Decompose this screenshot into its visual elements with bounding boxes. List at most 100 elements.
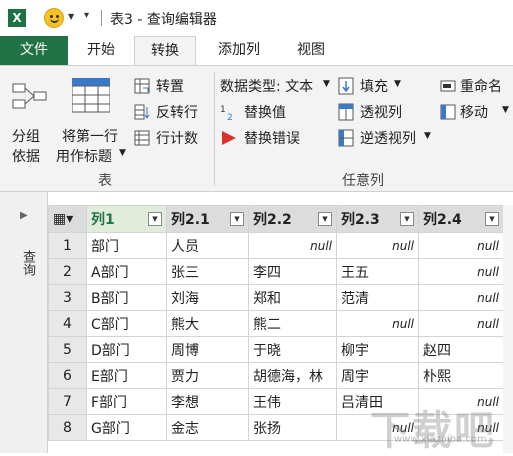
table-row[interactable]: 4 C部门 熊大 熊二 null null — [48, 310, 504, 337]
table-cell[interactable]: 熊二 — [248, 310, 337, 337]
group-by-button[interactable]: 分组 依据 — [4, 72, 56, 168]
column-header-2[interactable]: 列2.1 ▼ — [166, 205, 249, 233]
table-cell[interactable]: null — [418, 310, 504, 337]
filter-dropdown-icon[interactable]: ▼ — [485, 212, 499, 226]
table-cell[interactable]: 柳宇 — [336, 336, 419, 363]
unpivot-columns-button[interactable]: 逆透视列 ▼ — [338, 128, 438, 148]
table-cell[interactable]: 熊大 — [166, 310, 249, 337]
smiley-icon[interactable] — [44, 8, 64, 28]
table-row[interactable]: 3 B部门 刘海 郑和 范清 null — [48, 284, 504, 311]
fill-button[interactable]: 填充 ▼ — [338, 76, 422, 96]
table-cell[interactable]: 周博 — [166, 336, 249, 363]
column-header-5[interactable]: 列2.4 ▼ — [418, 205, 504, 233]
column-header-3[interactable]: 列2.2 ▼ — [248, 205, 337, 233]
table-cell[interactable]: 贾力 — [166, 362, 249, 389]
table-cell[interactable]: 张三 — [166, 258, 249, 285]
count-rows-button[interactable]: 行计数 — [134, 128, 214, 148]
row-number[interactable]: 1 — [48, 232, 87, 259]
table-cell[interactable]: 刘海 — [166, 284, 249, 311]
unpivot-icon — [338, 129, 354, 147]
table-cell[interactable]: B部门 — [86, 284, 167, 311]
table-cell[interactable]: 张扬 — [248, 414, 337, 441]
column-header-label: 列2.1 — [171, 212, 210, 228]
chevron-down-icon: ▼ — [394, 79, 401, 89]
table-menu-corner[interactable]: ▦▾ — [48, 205, 87, 233]
filter-dropdown-icon[interactable]: ▼ — [318, 212, 332, 226]
table-cell[interactable]: 周宇 — [336, 362, 419, 389]
pivot-column-button[interactable]: 透视列 — [338, 102, 422, 122]
table-row[interactable]: 1 部门 人员 null null null — [48, 232, 504, 259]
table-cell[interactable]: 于晓 — [248, 336, 337, 363]
row-number[interactable]: 7 — [48, 388, 87, 415]
group-label-any-column: 任意列 — [342, 173, 384, 189]
vertical-scrollbar[interactable] — [503, 205, 513, 453]
chevron-down-icon[interactable]: ▼ — [68, 12, 74, 21]
table-cell[interactable]: null — [418, 232, 504, 259]
table-cell[interactable]: E部门 — [86, 362, 167, 389]
column-header-4[interactable]: 列2.3 ▼ — [336, 205, 419, 233]
table-cell[interactable]: 部门 — [86, 232, 167, 259]
table-cell[interactable]: null — [418, 284, 504, 311]
table-cell[interactable]: 郑和 — [248, 284, 337, 311]
table-cell[interactable]: 李想 — [166, 388, 249, 415]
tab-view[interactable]: 视图 — [284, 36, 338, 65]
group-by-label-1: 分组 — [12, 129, 40, 145]
table-row[interactable]: 2 A部门 张三 李四 王五 null — [48, 258, 504, 285]
row-number[interactable]: 3 — [48, 284, 87, 311]
tab-file[interactable]: 文件 — [0, 36, 68, 65]
filter-dropdown-icon[interactable]: ▼ — [230, 212, 244, 226]
fill-label: 填充 — [360, 79, 388, 95]
filter-dropdown-icon[interactable]: ▼ — [400, 212, 414, 226]
table-cell[interactable]: 赵四 — [418, 336, 504, 363]
row-number[interactable]: 5 — [48, 336, 87, 363]
unpivot-columns-label: 逆透视列 — [360, 131, 416, 147]
table-cell[interactable]: 王伟 — [248, 388, 337, 415]
filter-dropdown-icon[interactable]: ▼ — [148, 212, 162, 226]
table-cell[interactable]: 胡德海，林 — [248, 362, 337, 389]
table-cell[interactable]: 范清 — [336, 284, 419, 311]
count-rows-icon — [134, 130, 150, 146]
table-row[interactable]: 6 E部门 贾力 胡德海，林 周宇 朴熙 — [48, 362, 504, 389]
chevron-down-icon: ▼ — [323, 79, 330, 89]
move-button[interactable]: 移动 ▼ — [440, 102, 512, 122]
row-number[interactable]: 8 — [48, 414, 87, 441]
table-cell[interactable]: F部门 — [86, 388, 167, 415]
rename-button[interactable]: 重命名 — [440, 76, 512, 96]
table-cell[interactable]: null — [336, 232, 419, 259]
table-cell[interactable]: 人员 — [166, 232, 249, 259]
table-cell[interactable]: C部门 — [86, 310, 167, 337]
svg-text:1: 1 — [220, 105, 226, 115]
count-rows-label: 行计数 — [156, 131, 198, 147]
ribbon-tabs: 文件 开始 转换 添加列 视图 — [0, 36, 513, 66]
table-cell[interactable]: 李四 — [248, 258, 337, 285]
row-number[interactable]: 2 — [48, 258, 87, 285]
data-type-label: 数据类型: 文本 — [220, 79, 314, 95]
chevron-right-icon[interactable]: ▶ — [20, 210, 28, 221]
tab-transform[interactable]: 转换 — [134, 36, 196, 66]
table-cell[interactable]: 金志 — [166, 414, 249, 441]
row-number[interactable]: 4 — [48, 310, 87, 337]
queries-pane[interactable]: ▶ 查询 — [0, 192, 48, 453]
table-cell[interactable]: 朴熙 — [418, 362, 504, 389]
row-number[interactable]: 6 — [48, 362, 87, 389]
column-header-1[interactable]: 列1 ▼ — [86, 205, 167, 233]
customize-toolbar-icon[interactable]: ▾ — [84, 10, 89, 21]
table-cell[interactable]: 王五 — [336, 258, 419, 285]
data-type-dropdown[interactable]: 数据类型: 文本 ▼ — [220, 76, 332, 96]
table-cell[interactable]: A部门 — [86, 258, 167, 285]
tab-add-column[interactable]: 添加列 — [202, 36, 276, 65]
reverse-rows-label: 反转行 — [156, 105, 198, 121]
reverse-rows-button[interactable]: 反转行 — [134, 102, 214, 122]
table-icon[interactable]: ▦▾ — [53, 211, 73, 227]
table-row[interactable]: 5 D部门 周博 于晓 柳宇 赵四 — [48, 336, 504, 363]
replace-errors-button[interactable]: 替换错误 — [220, 128, 330, 148]
use-first-row-button[interactable]: 将第一行 用作标题 ▼ — [56, 72, 130, 168]
table-cell[interactable]: null — [418, 258, 504, 285]
table-cell[interactable]: null — [336, 310, 419, 337]
table-cell[interactable]: G部门 — [86, 414, 167, 441]
transpose-button[interactable]: 转置 — [134, 76, 214, 96]
replace-values-button[interactable]: 1 2 替换值 — [220, 102, 320, 122]
tab-home[interactable]: 开始 — [68, 36, 134, 65]
table-cell[interactable]: D部门 — [86, 336, 167, 363]
table-cell[interactable]: null — [248, 232, 337, 259]
